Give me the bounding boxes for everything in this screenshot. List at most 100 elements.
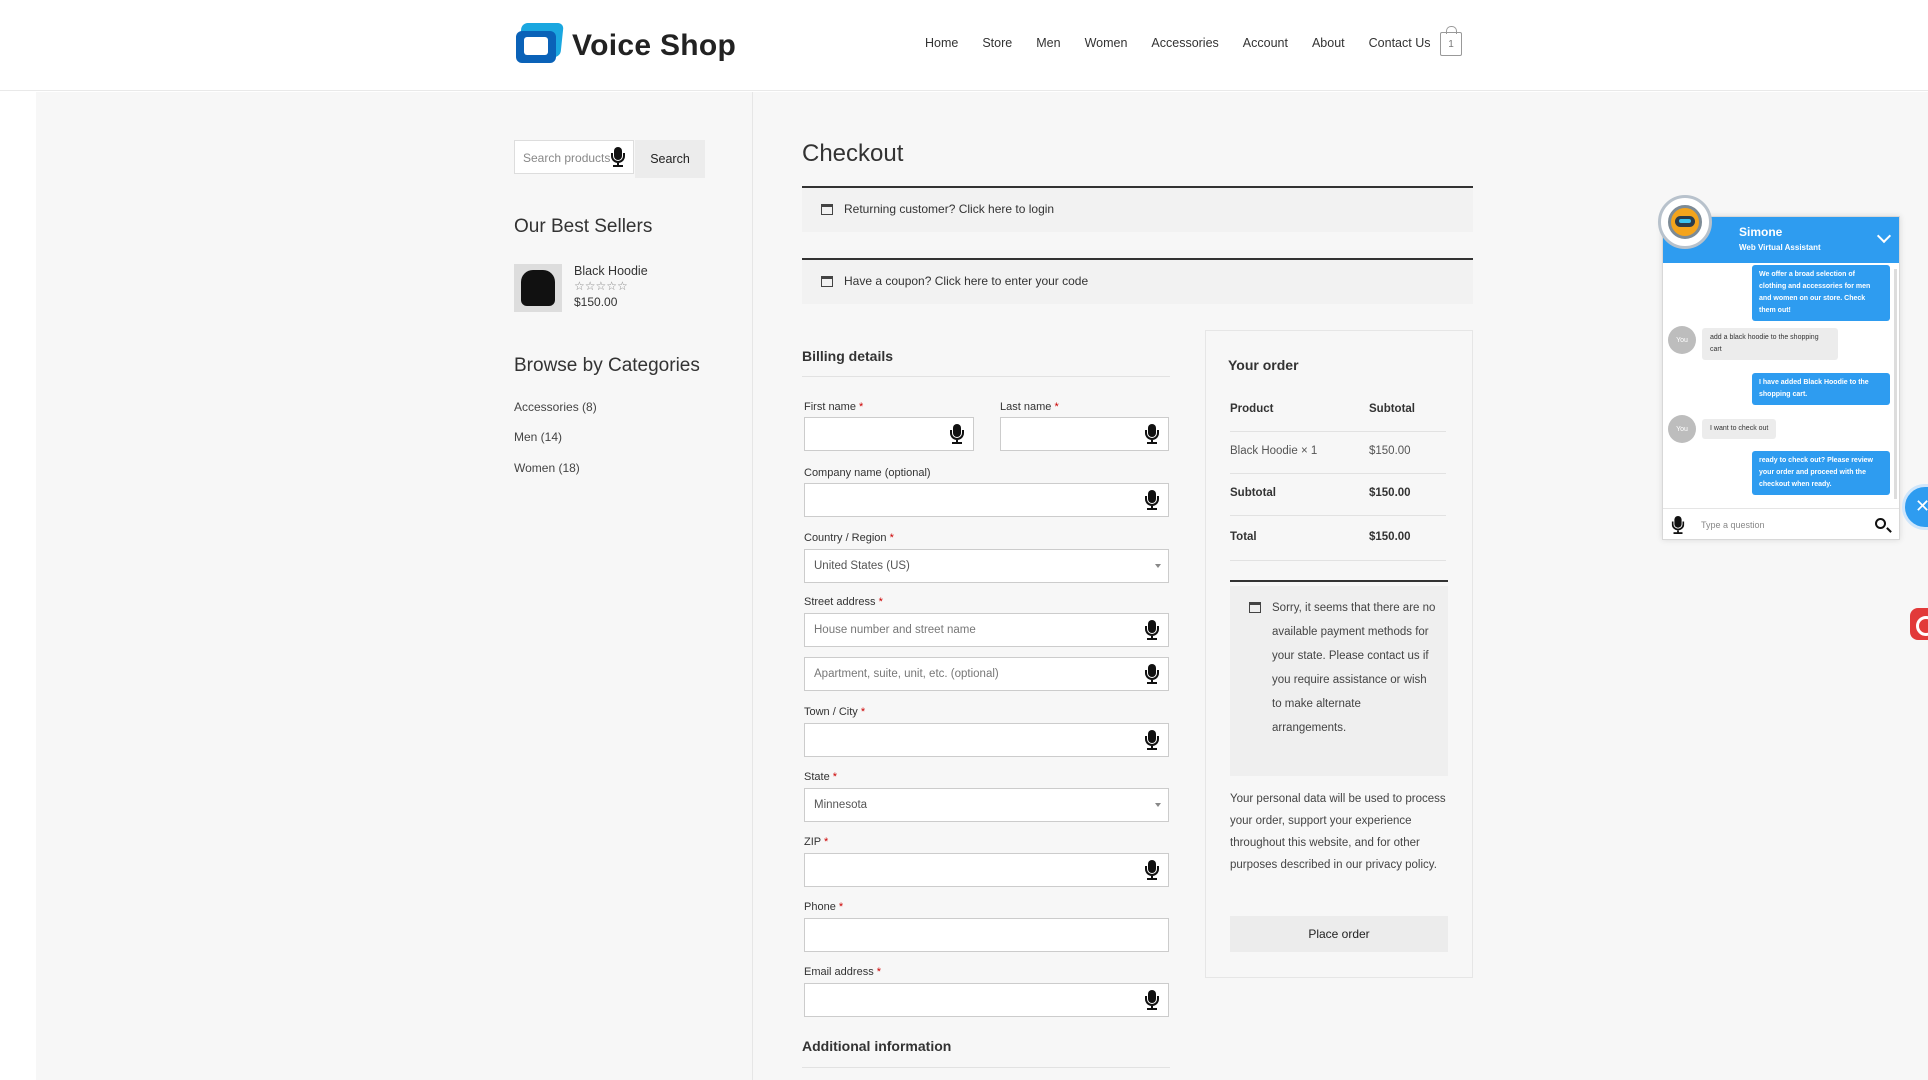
last-name-field[interactable] bbox=[1000, 417, 1169, 451]
payment-methods-notice: Sorry, it seems that there are no availa… bbox=[1230, 586, 1448, 776]
nav-store[interactable]: Store bbox=[982, 36, 1012, 50]
rating-stars: ☆☆☆☆☆ bbox=[574, 279, 628, 293]
state-value: Minnesota bbox=[814, 799, 868, 811]
subtotal-label: Subtotal bbox=[1230, 487, 1276, 499]
chevron-down-icon bbox=[1155, 564, 1161, 568]
best-seller-price: $150.00 bbox=[574, 295, 618, 309]
returning-customer-text[interactable]: Returning customer? Click here to login bbox=[844, 202, 1054, 216]
billing-details-title: Billing details bbox=[802, 348, 894, 364]
microphone-icon[interactable] bbox=[1145, 424, 1159, 444]
chevron-down-icon bbox=[1155, 803, 1161, 807]
logo-icon bbox=[514, 23, 564, 69]
payment-notice-text: Sorry, it seems that there are no availa… bbox=[1272, 602, 1436, 734]
first-name-label: First name * bbox=[804, 401, 864, 413]
microphone-icon[interactable] bbox=[950, 424, 964, 444]
window-icon bbox=[821, 204, 833, 215]
microphone-icon[interactable] bbox=[1145, 664, 1159, 684]
site-header: Voice Shop Home Store Men Women Accessor… bbox=[0, 0, 1928, 91]
chat-input-placeholder: Type a question bbox=[1701, 520, 1765, 530]
bot-message: We offer a broad selection of clothing a… bbox=[1752, 265, 1890, 321]
coupon-text[interactable]: Have a coupon? Click here to enter your … bbox=[844, 274, 1088, 288]
zip-label: ZIP * bbox=[804, 836, 829, 848]
user-avatar: You bbox=[1668, 415, 1696, 443]
nav-contact[interactable]: Contact Us bbox=[1369, 36, 1431, 50]
bot-message: ready to check out? Please review your o… bbox=[1752, 451, 1890, 495]
cart-count: 1 bbox=[1448, 38, 1454, 50]
order-item-price: $150.00 bbox=[1369, 445, 1411, 457]
nav-about[interactable]: About bbox=[1312, 36, 1345, 50]
microphone-icon[interactable] bbox=[1145, 990, 1159, 1010]
state-label: State * bbox=[804, 771, 838, 783]
assistant-role: Web Virtual Assistant bbox=[1739, 243, 1821, 252]
bot-message: I have added Black Hoodie to the shoppin… bbox=[1752, 373, 1890, 405]
company-field[interactable] bbox=[804, 483, 1169, 517]
phone-label: Phone * bbox=[804, 901, 844, 913]
user-message: add a black hoodie to the shopping cart bbox=[1702, 328, 1838, 360]
phone-field[interactable] bbox=[804, 918, 1169, 952]
order-table-header: Product Subtotal bbox=[1230, 403, 1446, 415]
first-name-field[interactable] bbox=[804, 417, 974, 451]
main-nav: Home Store Men Women Accessories Account… bbox=[925, 36, 1454, 50]
divider bbox=[1230, 473, 1446, 474]
robot-icon bbox=[1668, 205, 1702, 239]
microphone-icon[interactable] bbox=[1671, 516, 1685, 534]
window-icon bbox=[1249, 602, 1261, 613]
window-icon bbox=[821, 276, 833, 287]
chat-scrollbar[interactable] bbox=[1894, 269, 1897, 499]
chat-widget: Simone Web Virtual Assistant We offer a … bbox=[1662, 216, 1900, 540]
nav-account[interactable]: Account bbox=[1243, 36, 1288, 50]
sidebar-divider bbox=[752, 92, 753, 1080]
site-logo[interactable]: Voice Shop bbox=[514, 22, 736, 70]
chat-input[interactable]: Type a question bbox=[1663, 508, 1899, 539]
country-select[interactable]: United States (US) bbox=[804, 549, 1169, 583]
email-label: Email address * bbox=[804, 966, 882, 978]
cart-icon[interactable]: 1 bbox=[1440, 26, 1462, 56]
category-men[interactable]: Men (14) bbox=[514, 430, 562, 444]
total-value: $150.00 bbox=[1369, 531, 1411, 543]
nav-men[interactable]: Men bbox=[1036, 36, 1060, 50]
subtotal-value: $150.00 bbox=[1369, 487, 1411, 499]
total-label: Total bbox=[1230, 531, 1257, 543]
category-accessories[interactable]: Accessories (8) bbox=[514, 400, 597, 414]
assistant-name: Simone bbox=[1739, 225, 1783, 239]
divider bbox=[1230, 515, 1446, 516]
nav-women[interactable]: Women bbox=[1085, 36, 1128, 50]
microphone-icon[interactable] bbox=[1145, 620, 1159, 640]
street-label: Street address * bbox=[804, 596, 883, 608]
last-name-label: Last name * bbox=[1000, 401, 1059, 413]
microphone-icon[interactable] bbox=[1145, 490, 1159, 510]
place-order-button[interactable]: Place order bbox=[1230, 916, 1448, 952]
coupon-notice[interactable]: Have a coupon? Click here to enter your … bbox=[802, 258, 1473, 304]
brand-name: Voice Shop bbox=[572, 29, 737, 62]
street-1-placeholder: House number and street name bbox=[814, 624, 976, 636]
chevron-down-icon[interactable] bbox=[1876, 228, 1892, 244]
street-2-placeholder: Apartment, suite, unit, etc. (optional) bbox=[814, 668, 999, 680]
search-icon[interactable] bbox=[1875, 518, 1886, 529]
company-label: Company name (optional) bbox=[804, 467, 931, 479]
street-address-1-field[interactable]: House number and street name bbox=[804, 613, 1169, 647]
microphone-icon[interactable] bbox=[1145, 860, 1159, 880]
category-women[interactable]: Women (18) bbox=[514, 461, 580, 475]
nav-accessories[interactable]: Accessories bbox=[1151, 36, 1218, 50]
nav-home[interactable]: Home bbox=[925, 36, 958, 50]
order-item-name: Black Hoodie × 1 bbox=[1230, 445, 1318, 457]
town-field[interactable] bbox=[804, 723, 1169, 757]
privacy-notice: Your personal data will be used to proce… bbox=[1230, 793, 1446, 871]
best-sellers-title: Our Best Sellers bbox=[514, 216, 653, 237]
total-row: Total $150.00 bbox=[1230, 531, 1446, 543]
state-select[interactable]: Minnesota bbox=[804, 788, 1169, 822]
microphone-icon[interactable] bbox=[611, 147, 625, 167]
your-order-title: Your order bbox=[1228, 357, 1299, 373]
side-tab-icon[interactable] bbox=[1910, 608, 1928, 640]
subtotal-row: Subtotal $150.00 bbox=[1230, 487, 1446, 499]
zip-field[interactable] bbox=[804, 853, 1169, 887]
search-button[interactable]: Search bbox=[635, 140, 705, 178]
black-hoodie-thumbnail[interactable] bbox=[514, 264, 562, 312]
street-address-2-field[interactable]: Apartment, suite, unit, etc. (optional) bbox=[804, 657, 1169, 691]
divider bbox=[1230, 431, 1446, 432]
best-seller-name[interactable]: Black Hoodie bbox=[574, 264, 648, 278]
email-field[interactable] bbox=[804, 983, 1169, 1017]
microphone-icon[interactable] bbox=[1145, 730, 1159, 750]
returning-customer-notice[interactable]: Returning customer? Click here to login bbox=[802, 186, 1473, 232]
assistant-avatar bbox=[1658, 195, 1712, 249]
